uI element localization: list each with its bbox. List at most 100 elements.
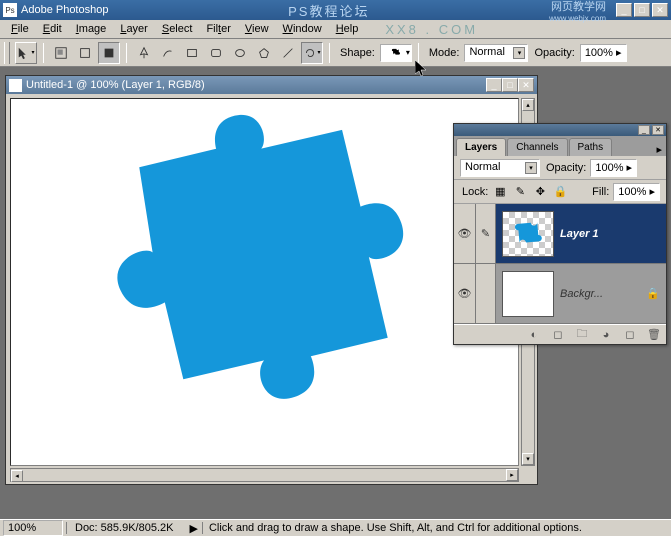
scroll-right-button[interactable]: ▸ [506,469,518,481]
menu-layer[interactable]: Layer [113,21,155,37]
layer-style-icon[interactable]: ◐ [526,328,542,342]
workspace: Untitled-1 @ 100% (Layer 1, RGB/8) _ □ ✕… [0,67,671,519]
layer-blend-select[interactable]: Normal▾ [460,159,540,177]
rectangle-shape-icon[interactable] [181,42,203,64]
blend-mode-value: Normal [469,46,504,58]
close-button[interactable]: ✕ [652,3,668,17]
lock-paint-icon[interactable]: ✎ [512,184,528,200]
opacity-input[interactable]: 100% ▸ [580,44,627,62]
doc-icon [9,79,22,92]
layer-opacity-input[interactable]: 100% ▸ [590,159,637,177]
pen-tool-icon[interactable] [133,42,155,64]
menu-view[interactable]: View [238,21,276,37]
scroll-left-button[interactable]: ◂ [11,470,23,482]
lock-transparency-icon[interactable]: ▦ [492,184,508,200]
blend-mode-select[interactable]: Normal ▾ [464,44,528,62]
delete-layer-icon[interactable]: 🗑 [646,328,662,342]
lock-all-icon[interactable]: 🔒 [552,184,568,200]
menu-help[interactable]: Help [329,21,366,37]
panel-menu-button[interactable]: ▸ [656,143,662,156]
tool-preset-picker[interactable]: ▾ [15,42,37,64]
app-title: Adobe Photoshop [21,4,108,16]
app-icon: Ps [3,3,17,17]
status-bar: 100% Doc: 585.9K/805.2K ▶ Click and drag… [0,519,671,536]
menu-bar: File Edit Image Layer Select Filter View… [0,20,671,39]
doc-maximize-button[interactable]: □ [502,78,518,92]
doc-minimize-button[interactable]: _ [486,78,502,92]
freeform-pen-icon[interactable] [157,42,179,64]
layer-name[interactable]: Layer 1 [560,228,666,240]
line-shape-icon[interactable] [277,42,299,64]
visibility-toggle[interactable]: 👁 [454,204,476,263]
new-layer-icon[interactable]: ◻ [622,328,638,342]
layer-row[interactable]: 👁 Backgr... 🔒 [454,264,666,324]
maximize-button[interactable]: □ [634,3,650,17]
shape-layer-mode[interactable] [50,42,72,64]
horizontal-scrollbar[interactable]: ◂ ▸ [10,468,519,482]
tab-channels[interactable]: Channels [507,138,567,156]
lock-label: Lock: [462,186,488,198]
blend-opacity-row: Normal▾ Opacity: 100% ▸ [454,156,666,180]
panel-footer: ◐ ◻ 🗀 ◕ ◻ 🗑 [454,324,666,344]
adjustment-layer-icon[interactable]: ◕ [598,328,614,342]
menu-image[interactable]: Image [69,21,114,37]
status-hint: Click and drag to draw a shape. Use Shif… [202,522,671,534]
canvas[interactable] [10,98,519,466]
shape-picker[interactable]: ▾ [380,44,412,62]
link-toggle[interactable] [476,264,496,323]
watermark-text: 网页教学网 [549,0,606,14]
ellipse-shape-icon[interactable] [229,42,251,64]
layer-thumbnail[interactable] [502,271,554,317]
fill-pixels-mode[interactable] [98,42,120,64]
menu-filter[interactable]: Filter [199,21,237,37]
options-grip[interactable] [4,42,10,64]
menu-file[interactable]: File [4,21,36,37]
polygon-shape-icon[interactable] [253,42,275,64]
zoom-input[interactable]: 100% [3,520,63,536]
path-mode[interactable] [74,42,96,64]
panel-tabs: Layers Channels Paths ▸ [454,136,666,156]
panel-close-button[interactable]: ✕ [652,125,664,135]
status-menu-arrow[interactable]: ▶ [189,522,197,535]
watermark-block: 网页教学网 www.webjx.com [549,0,610,23]
layer-mask-icon[interactable]: ◻ [550,328,566,342]
menu-overlay-text: XX8 . COM [385,22,478,37]
tab-paths[interactable]: Paths [569,138,613,156]
new-set-icon[interactable]: 🗀 [574,328,590,342]
menu-edit[interactable]: Edit [36,21,69,37]
custom-shape-icon[interactable]: ▾ [301,42,323,64]
doc-close-button[interactable]: ✕ [518,78,534,92]
fill-label: Fill: [592,186,609,198]
rounded-rect-shape-icon[interactable] [205,42,227,64]
layer-opacity-label: Opacity: [546,162,586,174]
scroll-down-button[interactable]: ▾ [522,453,534,465]
opacity-label: Opacity: [534,47,574,59]
document-titlebar[interactable]: Untitled-1 @ 100% (Layer 1, RGB/8) _ □ ✕ [6,76,537,94]
scroll-up-button[interactable]: ▴ [522,99,534,111]
menu-select[interactable]: Select [155,21,200,37]
lock-fill-row: Lock: ▦ ✎ ✥ 🔒 Fill: 100% ▸ [454,180,666,204]
fill-input[interactable]: 100% ▸ [613,183,660,201]
layer-row[interactable]: 👁 ✎ Layer 1 [454,204,666,264]
link-toggle[interactable]: ✎ [476,204,496,263]
layer-thumbnail[interactable] [502,211,554,257]
watermark-url: www.webjx.com [549,14,606,23]
options-bar: ▾ ▾ Shape: ▾ Mode: Normal ▾ Opacity: 100… [0,39,671,67]
layers-panel: _ ✕ Layers Channels Paths ▸ Normal▾ Opac… [453,123,667,345]
mode-label: Mode: [429,47,460,59]
menu-window[interactable]: Window [276,21,329,37]
document-title: Untitled-1 @ 100% (Layer 1, RGB/8) [26,79,486,91]
shape-label: Shape: [340,47,375,59]
visibility-toggle[interactable]: 👁 [454,264,476,323]
puzzle-shape [71,109,431,449]
lock-position-icon[interactable]: ✥ [532,184,548,200]
minimize-button[interactable]: _ [616,3,632,17]
tab-layers[interactable]: Layers [456,138,506,156]
panel-minimize-button[interactable]: _ [638,125,650,135]
doc-size-info[interactable]: Doc: 585.9K/805.2K [66,522,181,534]
app-titlebar: Ps Adobe Photoshop PS教程论坛 网页教学网 www.webj… [0,0,671,20]
layer-name[interactable]: Backgr... [560,288,646,300]
panel-titlebar[interactable]: _ ✕ [454,124,666,136]
lock-icon: 🔒 [646,287,660,300]
resize-grip[interactable] [521,468,535,482]
